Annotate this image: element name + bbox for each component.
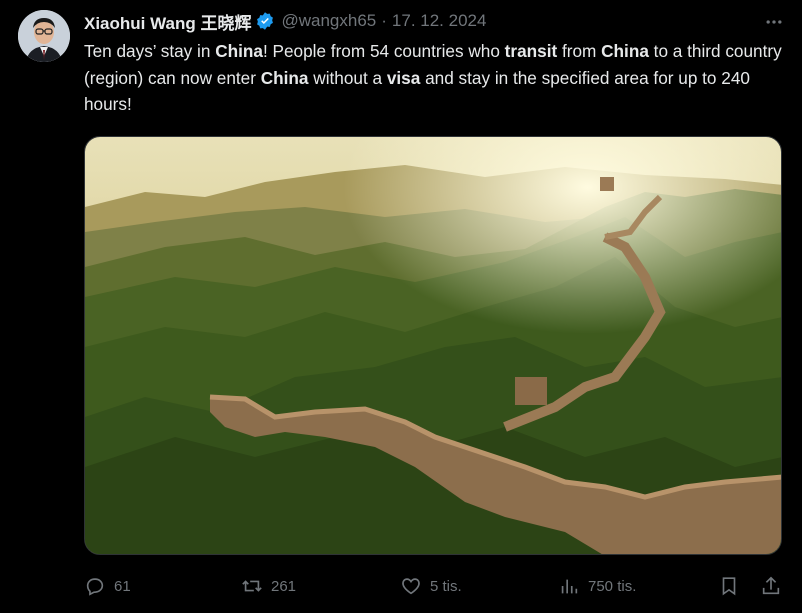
tweet-actions: 61 261 5 tis. 750 tis. [84,570,790,602]
share-button[interactable] [760,570,790,602]
separator-dot: · [381,11,387,30]
tweet-text-segment: China [215,41,263,61]
tweet-media-image[interactable] [84,136,782,555]
heart-icon [402,578,420,595]
like-count: 5 tis. [430,577,462,595]
verified-badge-icon[interactable] [255,11,275,31]
repost-count: 261 [271,577,297,595]
views-count: 750 tis. [588,577,637,595]
tweet-text: Ten days’ stay in China! People from 54 … [84,38,784,118]
more-options-icon[interactable] [762,10,786,34]
tweet-text-segment: China [601,41,649,61]
bookmark-button[interactable] [718,570,748,602]
tweet-header: Xiaohui Wang 王晓辉 @wangxh65 · 17. 12. 202… [84,9,782,33]
reply-button[interactable]: 61 [84,570,131,602]
author-handle[interactable]: @wangxh65 [281,11,376,31]
avatar[interactable] [18,10,70,62]
bookmark-icon [722,577,736,596]
like-button[interactable]: 5 tis. [400,570,462,602]
views-icon [561,579,578,594]
post-date[interactable]: 17. 12. 2024 [392,11,487,31]
tweet-text-segment: China [260,67,309,88]
tweet-text-segment: visa [386,67,421,88]
repost-button[interactable]: 261 [241,570,296,602]
tweet-text-segment: without a [308,67,387,88]
tweet-text-segment: transit [504,41,558,61]
tweet-text-segment: Ten days’ stay in [84,41,216,61]
tweet-text-segment: from [557,41,602,61]
great-wall-photo [85,137,781,554]
tweet-text-segment: ! People from 54 countries who [262,41,505,61]
share-icon [762,576,780,595]
reply-icon [86,578,104,596]
author-name[interactable]: Xiaohui Wang 王晓辉 [84,9,251,34]
reply-count: 61 [114,577,131,595]
repost-icon [242,580,262,592]
views-button[interactable]: 750 tis. [558,570,636,602]
